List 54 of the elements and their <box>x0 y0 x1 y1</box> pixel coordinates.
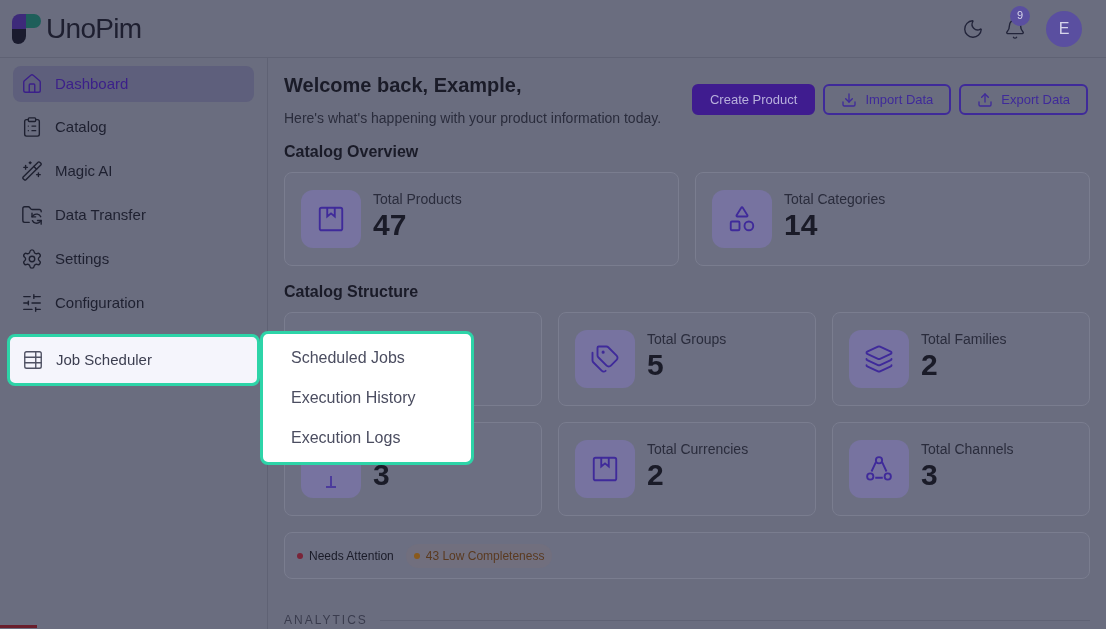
submenu-item[interactable]: Execution History <box>263 386 471 410</box>
section-title: Catalog Overview <box>284 142 420 162</box>
stat-label: Total Products <box>373 190 462 209</box>
folder-arrows-icon <box>21 204 43 226</box>
stat-label: Total Channels <box>921 440 1014 459</box>
stat-label: Total Groups <box>647 330 727 349</box>
status-strip <box>0 625 37 628</box>
shapes-icon <box>727 204 757 234</box>
sidebar-item[interactable]: Catalog <box>13 108 254 146</box>
connected-circles-icon <box>864 454 894 484</box>
submenu-item[interactable]: Scheduled Jobs <box>263 346 471 370</box>
stat-value: 14 <box>784 209 819 241</box>
settings-icon <box>21 248 43 270</box>
alert-label: Needs Attention <box>297 546 394 565</box>
stat-label: Total Families <box>921 330 1007 349</box>
clipboard-icon <box>21 116 43 138</box>
action-button[interactable]: Export Data <box>959 84 1088 115</box>
house-icon <box>21 73 43 95</box>
stat-value: 2 <box>921 349 939 381</box>
stat-label: Total Categories <box>784 190 886 209</box>
sidebar-item[interactable]: Configuration <box>13 284 254 322</box>
sidebar-item[interactable]: Data Transfer <box>13 196 254 234</box>
section-title: Catalog Structure <box>284 282 420 302</box>
stat-label: Total Currencies <box>647 440 749 459</box>
bookmark-square-icon <box>316 204 346 234</box>
stat-value: 2 <box>647 459 665 491</box>
sliders-icon <box>21 292 43 314</box>
moon-icon[interactable] <box>962 17 984 40</box>
logo-icon <box>12 13 42 44</box>
sidebar-item[interactable]: Dashboard <box>13 66 254 102</box>
user-avatar[interactable]: E <box>1046 10 1082 47</box>
stand-icon <box>324 476 338 488</box>
magic-wand-icon <box>21 160 43 182</box>
stat-value: 5 <box>647 349 665 381</box>
layers-icon <box>864 344 894 374</box>
welcome-subtitle: Here's what's happening with your product information today. <box>284 109 662 128</box>
welcome-title: Welcome back, Example, <box>284 73 523 98</box>
notification-badge: 9 <box>1010 5 1030 26</box>
tag-icon <box>590 344 620 374</box>
logo-text: UnoPim <box>46 11 142 46</box>
action-button[interactable]: Create Product <box>692 84 816 115</box>
bookmark-square-icon <box>590 454 620 484</box>
stat-value: 3 <box>921 459 939 491</box>
table-pencil-icon <box>22 349 44 371</box>
action-button[interactable]: Import Data <box>823 84 952 115</box>
download-icon <box>841 91 858 108</box>
sidebar-item[interactable]: Settings <box>13 240 254 278</box>
upload-icon <box>977 91 994 108</box>
sidebar-item[interactable]: Job Scheduler <box>7 334 260 386</box>
stat-value: 3 <box>373 459 390 491</box>
alert-chip: 43 Low Completeness <box>405 543 553 568</box>
stat-value: 47 <box>373 209 408 241</box>
sidebar-item[interactable]: Magic AI <box>13 152 254 190</box>
submenu-item[interactable]: Execution Logs <box>263 426 471 450</box>
